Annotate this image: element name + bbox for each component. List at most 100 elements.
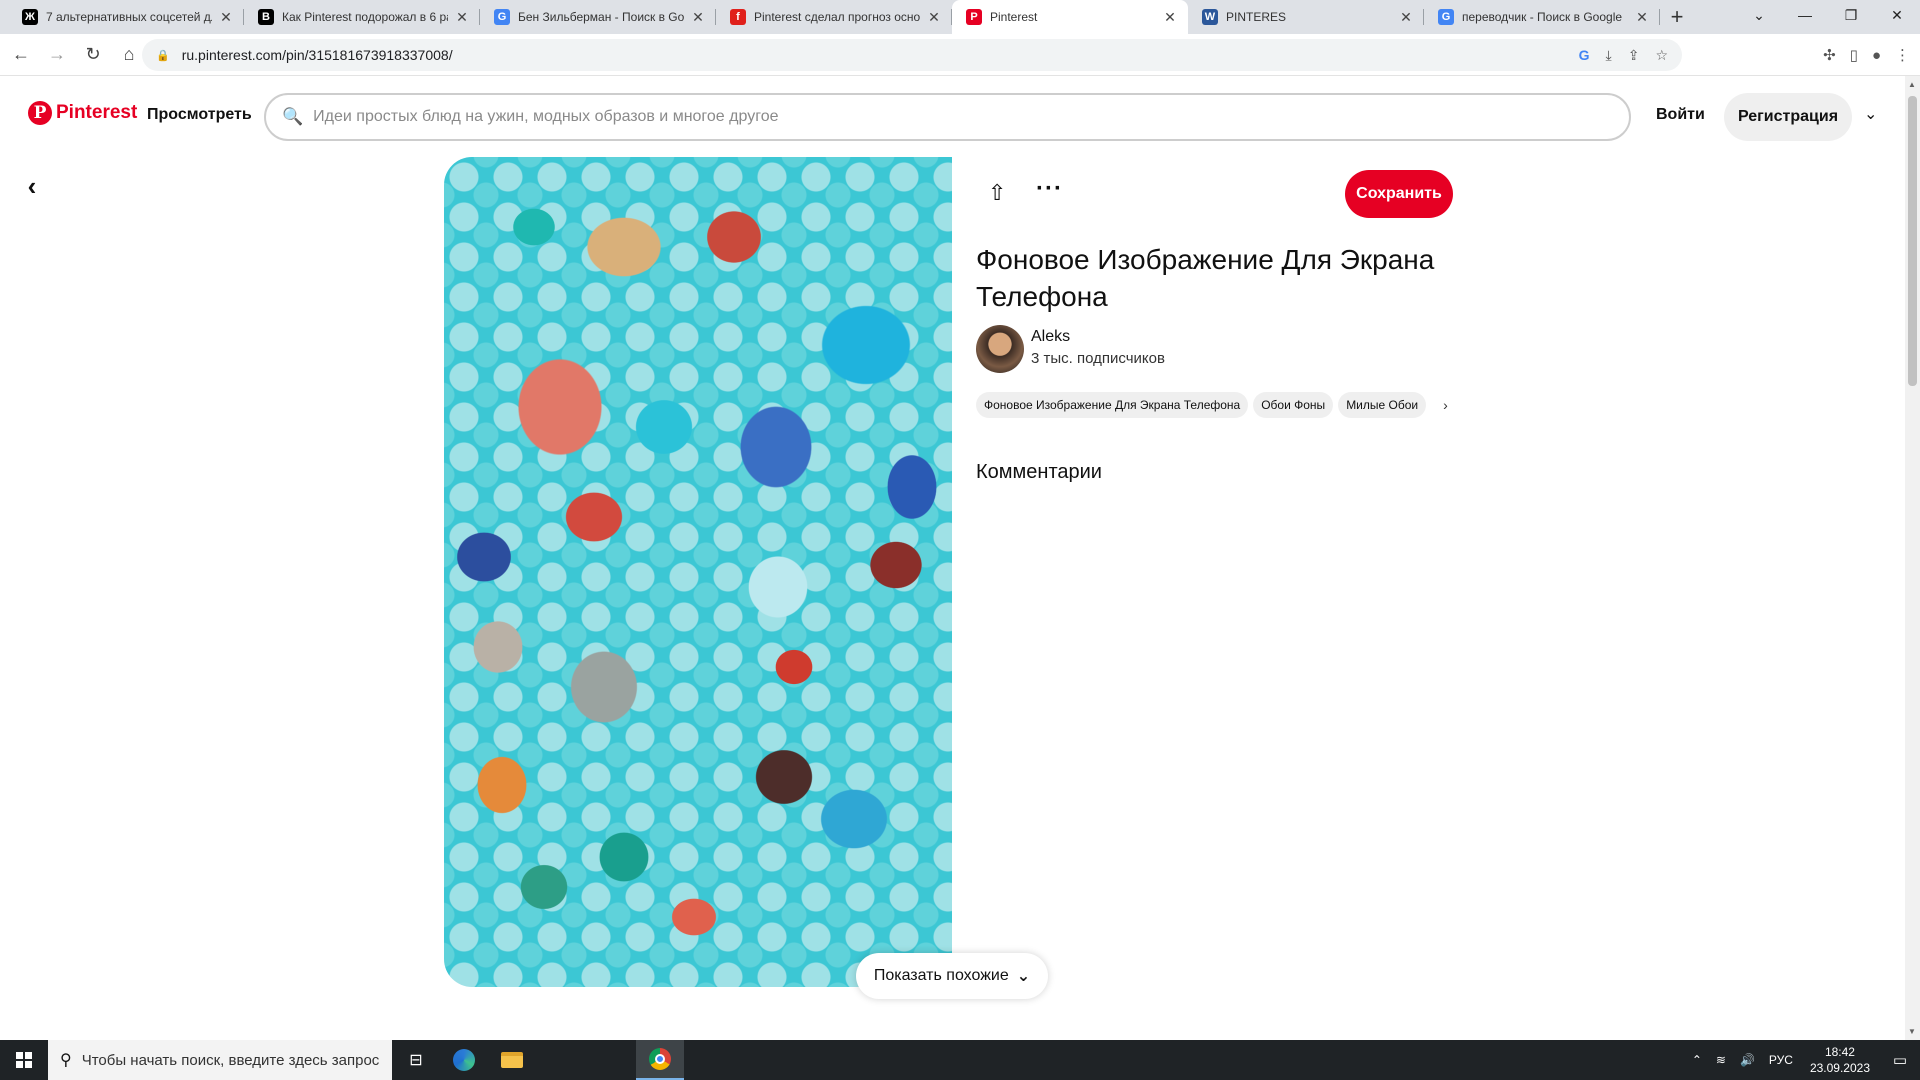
new-tab-button[interactable]: + — [1660, 0, 1694, 34]
file-explorer-icon[interactable] — [488, 1040, 536, 1080]
save-button[interactable]: Сохранить — [1345, 170, 1453, 218]
pinterest-logo[interactable]: P Pinterest — [28, 101, 137, 125]
tab-favicon-icon: G — [1438, 9, 1454, 25]
reload-icon[interactable]: ↻ — [78, 40, 108, 70]
search-icon: ⚲ — [60, 1052, 72, 1069]
pin-details: ⇧ ··· Сохранить Фоновое Изображение Для … — [952, 157, 1453, 987]
back-arrow-icon[interactable]: ‹ — [18, 171, 46, 201]
browser-tab[interactable]: P Pinterest ✕ — [952, 0, 1188, 34]
scrollbar-thumb[interactable] — [1908, 96, 1917, 386]
clock[interactable]: 18:42 23.09.2023 — [1810, 1044, 1870, 1076]
chrome-icon[interactable] — [636, 1040, 684, 1080]
tab-favicon-icon: f — [730, 9, 746, 25]
install-icon[interactable]: ⤓ — [1606, 47, 1612, 64]
taskbar-search-placeholder: Чтобы начать поиск, введите здесь запрос — [81, 1051, 380, 1069]
forward-icon[interactable]: → — [42, 40, 72, 70]
tab-close-icon[interactable]: ✕ — [454, 9, 470, 26]
home-icon[interactable]: ⌂ — [114, 40, 144, 70]
login-button[interactable]: Войти — [1656, 106, 1705, 124]
browser-tab-bar: Ж 7 альтернативных соцсетей для ✕ B Как Pint… — [0, 0, 1920, 34]
browser-tab[interactable]: G Бен Зильберман - Поиск в Goo ✕ — [480, 0, 716, 34]
tab-search-icon[interactable]: ⌄ — [1736, 0, 1782, 30]
google-translate-icon[interactable]: G — [1579, 47, 1590, 63]
tab-title: Бен Зильберман - Поиск в Goo — [518, 10, 684, 24]
chevron-down-icon: ⌄ — [1016, 968, 1031, 985]
search-icon: 🔍 — [282, 107, 304, 126]
tab-favicon-icon: P — [966, 9, 982, 25]
tab-close-icon[interactable]: ✕ — [1398, 9, 1414, 26]
clock-date: 23.09.2023 — [1809, 1061, 1870, 1075]
task-view-icon[interactable]: ⊟ — [392, 1040, 440, 1080]
avatar[interactable] — [976, 325, 1024, 373]
browser-tab[interactable]: Gпереводчик - Поиск в Google ✕ — [1424, 0, 1660, 34]
tab-title: 7 альтернативных соцсетей для — [46, 10, 212, 24]
volume-icon[interactable]: 🔊 — [1740, 1053, 1755, 1067]
back-icon[interactable]: ← — [6, 40, 36, 70]
tab-favicon-icon: G — [494, 9, 510, 25]
tab-close-icon[interactable]: ✕ — [1162, 9, 1178, 26]
menu-kebab-icon[interactable]: ⋮ — [1895, 46, 1910, 64]
follower-count: 3 тыс. подписчиков — [1031, 350, 1165, 367]
language-indicator[interactable]: РУС — [1769, 1053, 1793, 1067]
search-box[interactable]: 🔍 — [264, 93, 1631, 141]
tab-title: переводчик - Поиск в Google — [1462, 10, 1623, 24]
browser-tab[interactable]: W PINTERES ✕ — [1188, 0, 1424, 34]
tab-close-icon[interactable]: ✕ — [218, 9, 234, 26]
tag-chip[interactable]: Милые Обои — [1338, 392, 1427, 418]
system-tray: ⌃ ≋ 🔊 РУС 18:42 23.09.2023 ▭ — [1685, 1040, 1920, 1080]
taskbar-search[interactable]: ⚲ Чтобы начать поиск, введите здесь запр… — [48, 1040, 392, 1080]
comments-heading: Комментарии — [976, 461, 1102, 483]
tab-title: PINTERES — [1226, 10, 1287, 24]
browser-toolbar: ← → ↻ ⌂ 🔒 ru.pinterest.com/pin/315181673… — [0, 34, 1920, 76]
scroll-down-icon[interactable]: ▼ — [1908, 1027, 1916, 1036]
tag-chip[interactable]: Обои Фоны — [1253, 392, 1334, 418]
signup-button[interactable]: Регистрация — [1724, 93, 1852, 141]
tab-title: Pinterest — [990, 10, 1038, 24]
pinterest-logo-icon: P — [28, 101, 52, 125]
close-window-icon[interactable]: ✕ — [1874, 0, 1920, 30]
tray-chevron-up-icon[interactable]: ⌃ — [1692, 1053, 1702, 1067]
show-similar-label: Показать похожие — [873, 967, 1009, 984]
tab-favicon-icon: W — [1202, 9, 1218, 25]
side-panel-icon[interactable]: ▯ — [1850, 46, 1858, 64]
tag-list: Фоновое Изображение Для Экрана Телефона … — [976, 392, 1448, 418]
share-page-icon[interactable]: ⇪ — [1628, 47, 1640, 64]
bookmark-star-icon[interactable]: ☆ — [1655, 47, 1668, 64]
pinterest-header: P Pinterest Просмотреть 🔍 Войти Регистра… — [0, 76, 1905, 158]
restore-icon[interactable]: ❐ — [1828, 0, 1874, 30]
lock-icon[interactable]: 🔒 — [156, 49, 170, 62]
share-icon[interactable]: ⇧ — [988, 180, 1006, 206]
chevron-down-icon[interactable]: ⌄ — [1864, 104, 1877, 124]
window-controls: ⌄ — ❐ ✕ — [1736, 0, 1920, 30]
minimize-icon[interactable]: — — [1782, 0, 1828, 30]
windows-logo-icon — [16, 1052, 32, 1068]
chevron-right-icon[interactable]: › — [1443, 397, 1448, 413]
browser-tab[interactable]: B Как Pinterest подорожал в 6 раз ✕ — [244, 0, 480, 34]
browser-tab[interactable]: f Pinterest сделал прогноз осно ✕ — [716, 0, 952, 34]
address-bar[interactable]: 🔒 ru.pinterest.com/pin/31518167391833700… — [142, 39, 1682, 71]
notifications-icon[interactable]: ▭ — [1880, 1040, 1920, 1080]
tab-close-icon[interactable]: ✕ — [926, 9, 942, 26]
wifi-icon[interactable]: ≋ — [1716, 1053, 1726, 1067]
pin-image[interactable] — [444, 157, 952, 987]
clock-time: 18:42 — [1824, 1045, 1855, 1059]
start-button[interactable] — [0, 1040, 48, 1080]
profile-icon[interactable]: ● — [1872, 47, 1881, 64]
more-options-icon[interactable]: ··· — [1036, 175, 1063, 203]
extensions-icon[interactable]: ✣ — [1823, 46, 1836, 64]
scroll-up-icon[interactable]: ▲ — [1908, 80, 1916, 89]
tab-separator — [1659, 9, 1660, 25]
tab-favicon-icon: B — [258, 9, 274, 25]
tab-close-icon[interactable]: ✕ — [1634, 9, 1650, 26]
windows-taskbar: ⚲ Чтобы начать поиск, введите здесь запр… — [0, 1040, 1920, 1080]
author-name[interactable]: Aleks — [1031, 328, 1070, 346]
browse-link[interactable]: Просмотреть — [147, 106, 252, 124]
tab-close-icon[interactable]: ✕ — [690, 9, 706, 26]
page-scrollbar[interactable]: ▲ ▼ — [1905, 76, 1920, 1040]
search-input[interactable] — [313, 108, 1614, 126]
browser-tab[interactable]: Ж 7 альтернативных соцсетей для ✕ — [8, 0, 244, 34]
edge-icon[interactable] — [440, 1040, 488, 1080]
show-similar-button[interactable]: Показать похожие ⌄ — [856, 953, 1048, 999]
pin-title: Фоновое Изображение Для Экрана Телефона — [976, 244, 1435, 312]
tag-chip[interactable]: Фоновое Изображение Для Экрана Телефона — [976, 392, 1249, 418]
